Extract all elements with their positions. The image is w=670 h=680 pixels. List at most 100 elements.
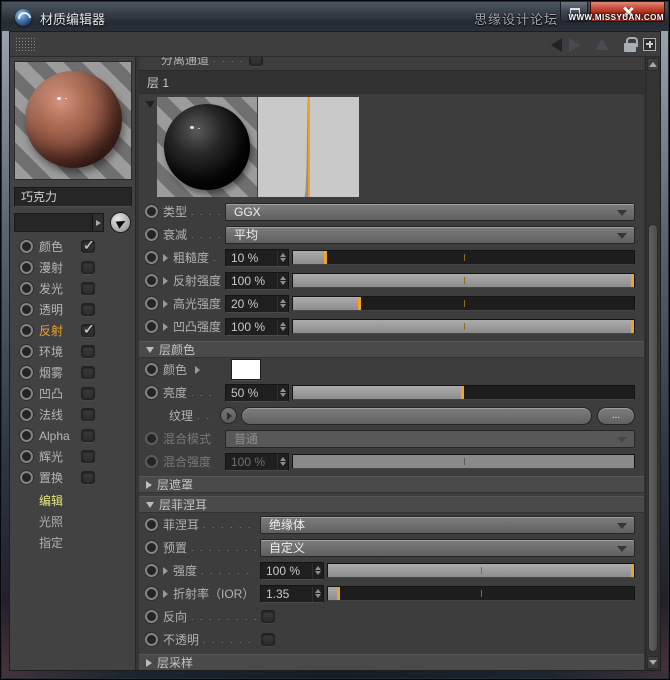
title-bar[interactable]: 材质编辑器 思缘设计论坛 WWW.MISSYUAN.COM: [2, 2, 668, 31]
channel-row-alpha[interactable]: Alpha: [10, 425, 136, 446]
texture-expand-button[interactable]: [220, 407, 237, 424]
section-layer-mask[interactable]: 层遮罩: [139, 476, 644, 493]
channel-checkbox[interactable]: [81, 366, 95, 379]
animation-dot-icon[interactable]: [145, 320, 158, 333]
lock-icon[interactable]: [624, 43, 636, 52]
expand-arrow-icon[interactable]: [195, 366, 200, 374]
channel-checkbox[interactable]: [81, 429, 95, 442]
specular-strength-spinner[interactable]: 20 %: [225, 295, 289, 313]
channel-checkbox[interactable]: [81, 471, 95, 484]
animation-dot-icon[interactable]: [20, 261, 33, 274]
tab-edit[interactable]: 编辑: [10, 490, 136, 511]
channel-row-reflectance[interactable]: 反射: [10, 320, 136, 341]
up-arrow-icon[interactable]: [595, 39, 609, 50]
animation-dot-icon[interactable]: [145, 363, 158, 376]
channel-row-bump[interactable]: 凹凸: [10, 383, 136, 404]
bump-strength-slider[interactable]: [292, 319, 635, 334]
spinner-arrows-icon[interactable]: [277, 319, 288, 335]
drag-handle[interactable]: [15, 37, 37, 52]
expand-arrow-icon[interactable]: [163, 254, 168, 262]
channel-checkbox[interactable]: [81, 261, 95, 274]
animation-dot-icon[interactable]: [20, 450, 33, 463]
spinner-arrows-icon[interactable]: [277, 296, 288, 312]
channel-checkbox[interactable]: [81, 387, 95, 400]
expand-arrow-icon[interactable]: [163, 323, 168, 331]
tab-assign[interactable]: 指定: [10, 532, 136, 553]
spinner-arrows-icon[interactable]: [277, 250, 288, 266]
animation-dot-icon[interactable]: [145, 251, 158, 264]
fresnel-dropdown[interactable]: 绝缘体: [260, 516, 635, 534]
channel-checkbox[interactable]: [81, 324, 95, 337]
animation-dot-icon[interactable]: [145, 610, 158, 623]
layer-header[interactable]: 层 1: [139, 70, 644, 94]
channel-row-normal[interactable]: 法线: [10, 404, 136, 425]
expand-arrow-icon[interactable]: [163, 277, 168, 285]
channel-row-color[interactable]: 颜色: [10, 236, 136, 257]
channel-checkbox[interactable]: [81, 303, 95, 316]
animation-dot-icon[interactable]: [20, 303, 33, 316]
fresnel-strength-slider[interactable]: [327, 563, 635, 578]
channel-row-glow[interactable]: 辉光: [10, 446, 136, 467]
animation-dot-icon[interactable]: [145, 297, 158, 310]
animation-dot-icon[interactable]: [145, 228, 158, 241]
animation-dot-icon[interactable]: [20, 240, 33, 253]
channel-row-transparency[interactable]: 透明: [10, 299, 136, 320]
channel-checkbox[interactable]: [81, 282, 95, 295]
fresnel-strength-spinner[interactable]: 100 %: [260, 562, 324, 580]
section-layer-fresnel[interactable]: 层菲涅耳: [139, 496, 644, 513]
roughness-spinner[interactable]: 10 %: [225, 249, 289, 267]
scroll-up-button[interactable]: [647, 58, 659, 71]
attenuation-dropdown[interactable]: 平均: [225, 226, 635, 244]
bump-strength-spinner[interactable]: 100 %: [225, 318, 289, 336]
brightness-spinner[interactable]: 50 %: [225, 384, 289, 402]
animation-dot-icon[interactable]: [145, 205, 158, 218]
brightness-slider[interactable]: [292, 385, 635, 400]
add-icon[interactable]: [643, 38, 656, 51]
animation-dot-icon[interactable]: [20, 366, 33, 379]
channel-checkbox[interactable]: [81, 450, 95, 463]
channel-row-fog[interactable]: 烟雾: [10, 362, 136, 383]
spinner-arrows-icon[interactable]: [312, 563, 323, 579]
animation-dot-icon[interactable]: [20, 429, 33, 442]
expand-arrow-icon[interactable]: [163, 590, 168, 598]
ior-slider[interactable]: [327, 586, 635, 601]
material-preview[interactable]: [14, 61, 132, 180]
spinner-arrows-icon[interactable]: [277, 385, 288, 401]
animation-dot-icon[interactable]: [145, 587, 158, 600]
roughness-slider[interactable]: [292, 250, 635, 265]
type-dropdown[interactable]: GGX: [225, 203, 635, 221]
section-layer-sampling[interactable]: 层采样: [139, 654, 644, 670]
animation-dot-icon[interactable]: [20, 408, 33, 421]
animation-dot-icon[interactable]: [145, 564, 158, 577]
opaque-checkbox[interactable]: [261, 633, 275, 646]
animation-dot-icon[interactable]: [145, 274, 158, 287]
channel-row-environment[interactable]: 环境: [10, 341, 136, 362]
ior-spinner[interactable]: 1.35: [260, 585, 324, 603]
expand-arrow-icon[interactable]: [163, 300, 168, 308]
channel-row-luminance[interactable]: 发光: [10, 278, 136, 299]
animation-dot-icon[interactable]: [20, 387, 33, 400]
reflection-strength-slider[interactable]: [292, 273, 635, 288]
reflection-strength-spinner[interactable]: 100 %: [225, 272, 289, 290]
animation-dot-icon[interactable]: [20, 345, 33, 358]
channel-checkbox[interactable]: [81, 408, 95, 421]
back-arrow-icon[interactable]: [551, 38, 562, 52]
texture-browse-button[interactable]: ...: [597, 407, 635, 425]
channel-checkbox[interactable]: [81, 345, 95, 358]
tab-illumination[interactable]: 光照: [10, 511, 136, 532]
shader-dropdown[interactable]: [14, 213, 104, 232]
animation-dot-icon[interactable]: [20, 282, 33, 295]
animation-dot-icon[interactable]: [20, 324, 33, 337]
forward-arrow-icon[interactable]: [569, 38, 580, 52]
spinner-arrows-icon[interactable]: [312, 586, 323, 602]
vertical-scrollbar[interactable]: [645, 57, 660, 670]
section-layer-color[interactable]: 层颜色: [139, 341, 644, 358]
animation-dot-icon[interactable]: [145, 386, 158, 399]
scrollbar-thumb[interactable]: [648, 224, 658, 652]
animation-dot-icon[interactable]: [145, 633, 158, 646]
animation-dot-icon[interactable]: [145, 541, 158, 554]
preset-dropdown[interactable]: 自定义: [260, 539, 635, 557]
inverted-checkbox[interactable]: [261, 610, 275, 623]
scroll-down-button[interactable]: [647, 656, 659, 669]
picker-button[interactable]: [110, 212, 131, 233]
